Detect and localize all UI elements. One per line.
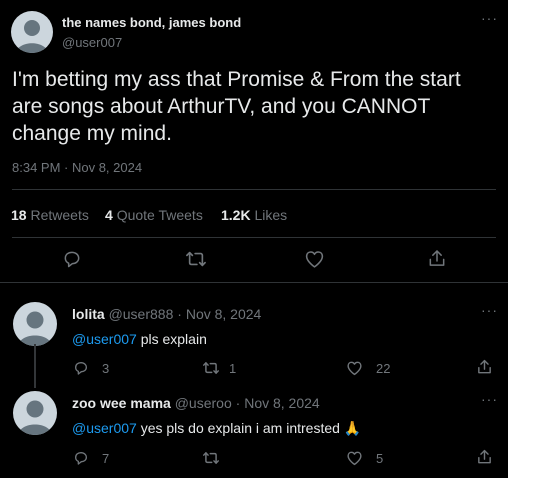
tweet-timestamp[interactable]: 8:34 PM · Nov 8, 2024 bbox=[12, 160, 142, 175]
reply-handle[interactable]: @useroo bbox=[175, 395, 232, 411]
author-handle[interactable]: @user007 bbox=[62, 35, 122, 50]
reply-body: pls explain bbox=[136, 331, 207, 347]
retweet-count: 1 bbox=[229, 361, 237, 376]
like-icon[interactable] bbox=[346, 360, 363, 376]
reply-header: lolita @user888 · Nov 8, 2024 bbox=[72, 306, 261, 322]
more-dots-icon[interactable]: ··· bbox=[481, 11, 498, 25]
share-icon[interactable] bbox=[476, 358, 493, 376]
retweet-icon[interactable] bbox=[202, 360, 220, 376]
reply-icon[interactable] bbox=[62, 249, 82, 269]
more-dots-icon[interactable]: ··· bbox=[481, 392, 498, 406]
reply-separator: · bbox=[177, 306, 182, 322]
quotes-label: Quote Tweets bbox=[116, 207, 203, 223]
reply-header: zoo wee mama @useroo · Nov 8, 2024 bbox=[72, 395, 320, 411]
likes-stat[interactable]: 1.2K Likes bbox=[221, 207, 287, 223]
tweet-text: I'm betting my ass that Promise & From t… bbox=[12, 68, 461, 145]
share-icon[interactable] bbox=[427, 248, 447, 269]
reply-text: @user007 pls explain bbox=[72, 331, 207, 347]
likes-label: Likes bbox=[254, 207, 288, 223]
reply-count: 3 bbox=[102, 361, 110, 376]
reply-count: 7 bbox=[102, 451, 110, 466]
tweet-thread: the names bond, james bond @user007 ··· … bbox=[0, 0, 508, 478]
divider bbox=[12, 189, 496, 190]
reply-mention[interactable]: @user007 bbox=[72, 331, 137, 347]
reply-handle[interactable]: @user888 bbox=[109, 306, 174, 322]
reply-icon[interactable] bbox=[73, 450, 89, 466]
reply-avatar[interactable] bbox=[13, 302, 57, 346]
likes-count: 1.2K bbox=[221, 207, 251, 223]
retweet-icon[interactable] bbox=[185, 249, 207, 269]
more-dots-icon[interactable]: ··· bbox=[481, 303, 498, 317]
retweets-count: 18 bbox=[11, 207, 27, 223]
thread-line bbox=[34, 344, 36, 388]
like-count: 22 bbox=[376, 361, 391, 376]
retweets-stat[interactable]: 18 Retweets bbox=[11, 207, 89, 223]
reply-icon[interactable] bbox=[73, 360, 89, 376]
share-icon[interactable] bbox=[476, 448, 493, 466]
reply-display-name[interactable]: zoo wee mama bbox=[72, 395, 171, 411]
reply-separator: · bbox=[235, 395, 241, 411]
retweet-icon[interactable] bbox=[202, 450, 220, 466]
reply-avatar[interactable] bbox=[13, 391, 57, 435]
like-icon[interactable] bbox=[304, 249, 325, 269]
reply-mention[interactable]: @user007 bbox=[72, 420, 137, 436]
retweets-label: Retweets bbox=[30, 207, 89, 223]
author-avatar[interactable] bbox=[11, 11, 53, 53]
quotes-count: 4 bbox=[105, 207, 113, 223]
divider bbox=[12, 237, 496, 238]
reply-text: @user007 yes pls do explain i am intrest… bbox=[72, 420, 361, 437]
reply-date[interactable]: Nov 8, 2024 bbox=[186, 306, 262, 322]
reply-date[interactable]: Nov 8, 2024 bbox=[244, 395, 320, 411]
quotes-stat[interactable]: 4 Quote Tweets bbox=[105, 207, 203, 223]
divider bbox=[0, 282, 508, 283]
reply-body: yes pls do explain i am intrested bbox=[136, 420, 344, 436]
like-count: 5 bbox=[376, 451, 384, 466]
like-icon[interactable] bbox=[346, 450, 363, 466]
author-display-name[interactable]: the names bond, james bond bbox=[62, 15, 241, 30]
reply-display-name[interactable]: lolita bbox=[72, 306, 105, 322]
praying-hands-emoji: 🙏 bbox=[343, 420, 362, 436]
